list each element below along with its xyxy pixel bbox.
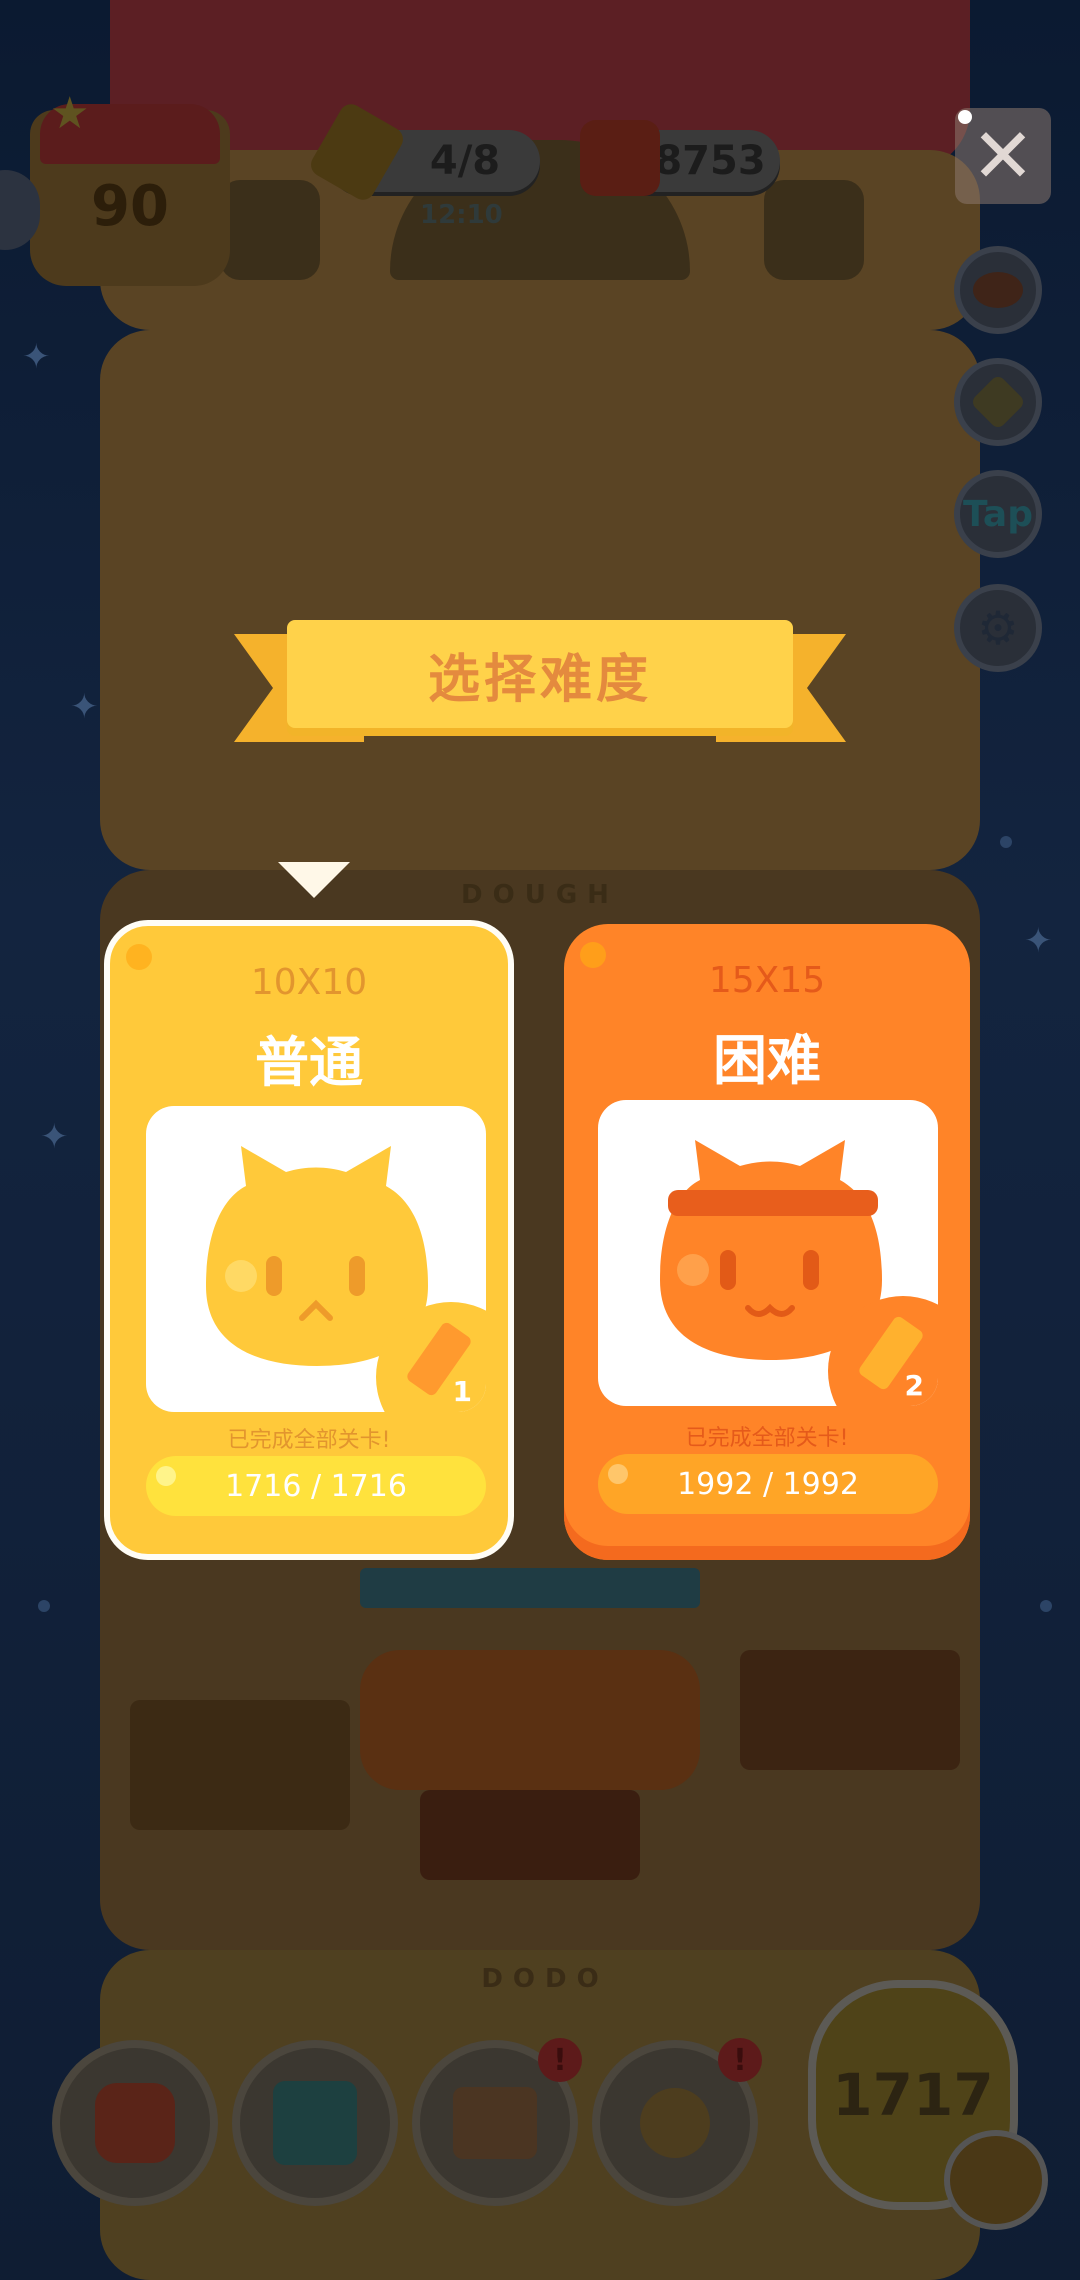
progress-text: 1992 / 1992 xyxy=(677,1466,859,1502)
difficulty-card-hard[interactable]: 15X15 困难 2 已完成全部关卡! 1992 / 1992 xyxy=(564,924,970,1560)
pencil-cost: 1 xyxy=(452,1375,472,1408)
completed-text: 已完成全部关卡! xyxy=(685,1426,849,1451)
cat-puzzle-preview: 2 xyxy=(598,1100,938,1406)
bar-highlight xyxy=(608,1464,628,1484)
difficulty-name: 普通 xyxy=(255,1031,363,1094)
progress-text: 1716 / 1716 xyxy=(225,1468,407,1504)
selection-arrow-icon xyxy=(278,862,350,898)
grid-size-label: 15X15 xyxy=(708,960,826,1001)
difficulty-card-normal[interactable]: 10X10 普通 1 已完成全部关卡! 1716 / 1716 xyxy=(104,920,514,1560)
progress-bar: 1716 / 1716 xyxy=(146,1456,486,1516)
grid-size-label: 10X10 xyxy=(250,962,368,1003)
difficulty-name: 困难 xyxy=(713,1029,821,1092)
cat-puzzle-preview: 1 xyxy=(146,1106,486,1412)
completed-text: 已完成全部关卡! xyxy=(227,1428,391,1453)
pencil-cost: 2 xyxy=(904,1369,924,1402)
progress-bar: 1992 / 1992 xyxy=(598,1454,938,1514)
dialog-title: 选择难度 xyxy=(287,620,793,728)
bar-highlight xyxy=(156,1466,176,1486)
